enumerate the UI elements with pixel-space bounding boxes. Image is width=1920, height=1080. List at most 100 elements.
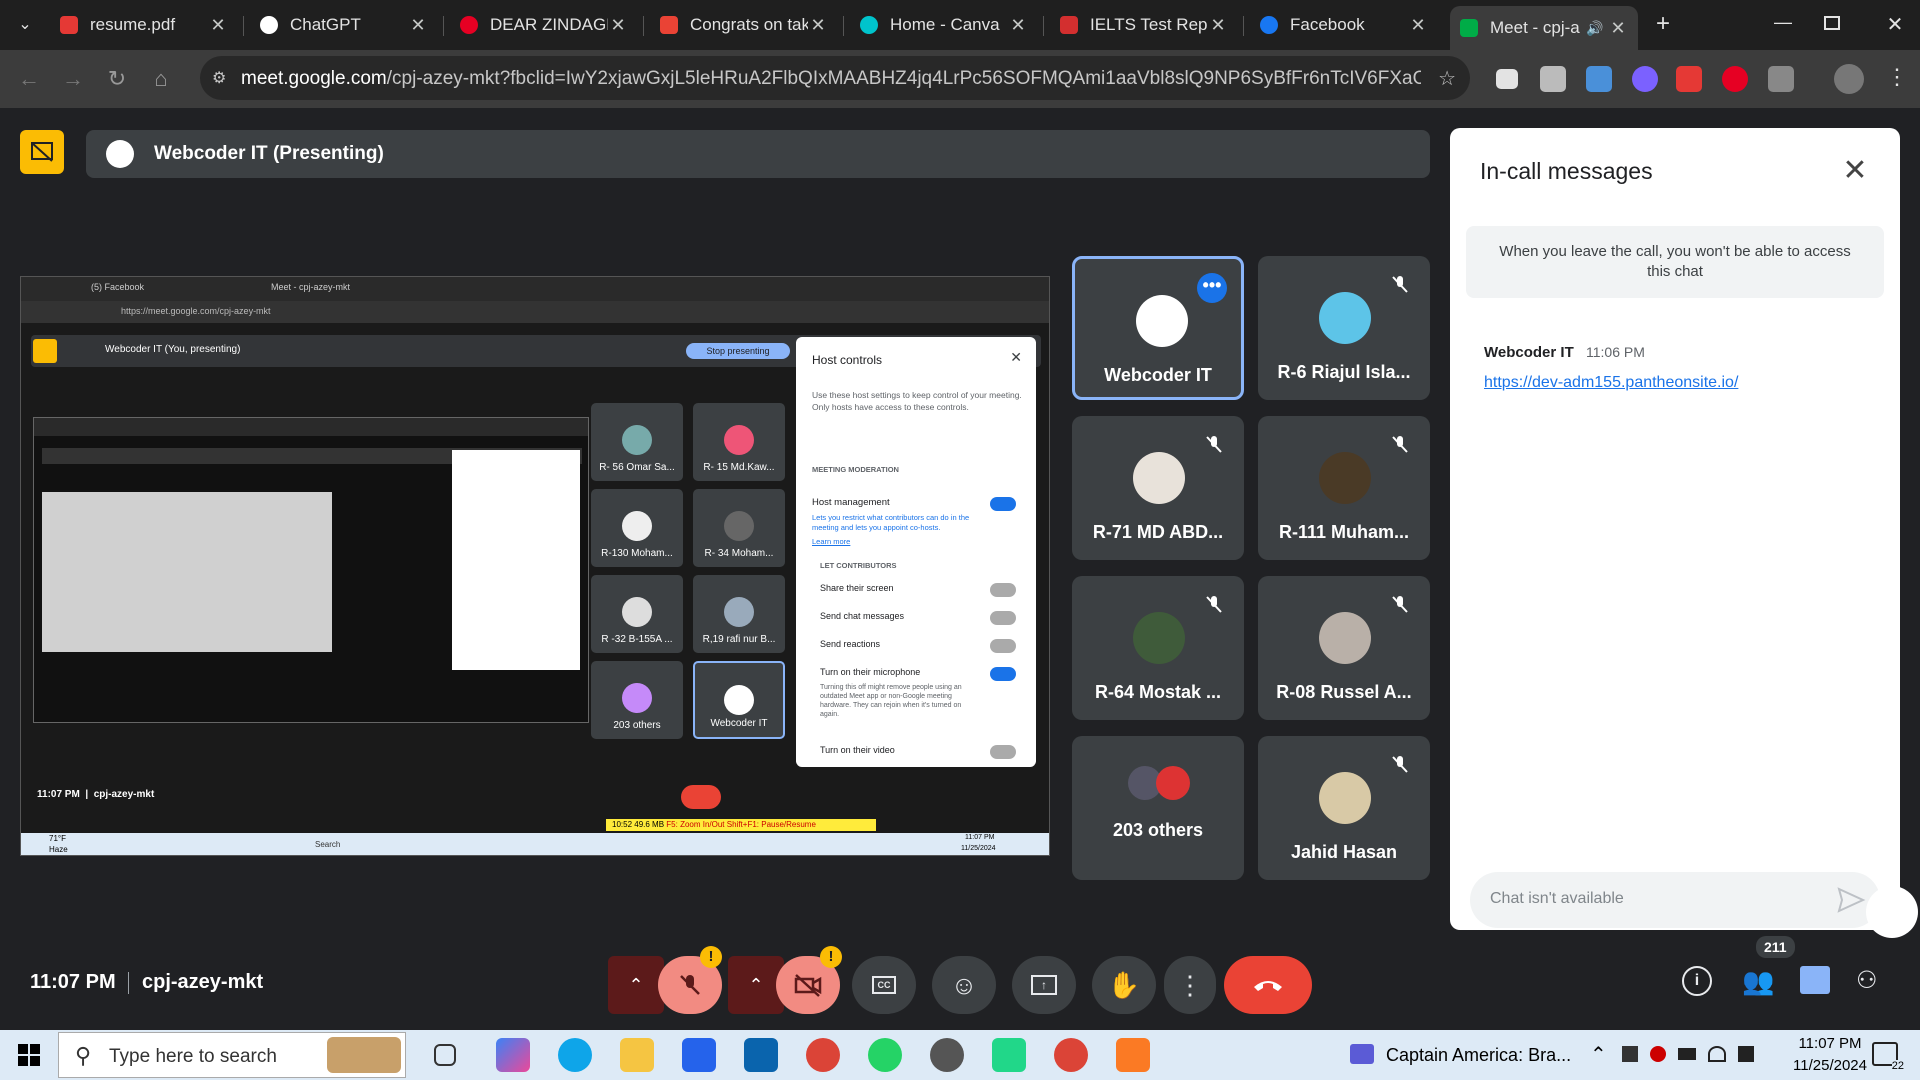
pycharm-icon[interactable] — [992, 1038, 1026, 1072]
bookmark-star-icon[interactable]: ☆ — [1438, 66, 1456, 91]
close-icon[interactable]: ✕ — [1608, 18, 1628, 39]
close-icon[interactable]: ✕ — [208, 15, 228, 36]
close-icon[interactable]: ✕ — [408, 15, 428, 36]
participant-tile[interactable]: 203 others — [1072, 736, 1244, 880]
reading-list-icon[interactable] — [1496, 69, 1518, 89]
more-options-icon[interactable]: ••• — [1197, 273, 1227, 303]
xampp-icon[interactable] — [1116, 1038, 1150, 1072]
participant-tile[interactable]: Jahid Hasan — [1258, 736, 1430, 880]
presentation-icon[interactable] — [20, 130, 64, 174]
participant-tile[interactable]: R-6 Riajul Isla... — [1258, 256, 1430, 400]
participant-tile[interactable]: R-111 Muham... — [1258, 416, 1430, 560]
extension-play-icon[interactable] — [1632, 66, 1658, 92]
restore-button[interactable] — [1824, 16, 1840, 30]
clock-time[interactable]: 11:07 PM — [1785, 1035, 1875, 1052]
tab-resume-pdf[interactable]: resume.pdf ✕ — [50, 6, 238, 44]
extension-wave-icon[interactable] — [1586, 66, 1612, 92]
chevron-up-icon[interactable]: ⌃ — [1590, 1042, 1607, 1067]
tab-chatgpt[interactable]: ChatGPT ✕ — [250, 6, 438, 44]
app-icon[interactable] — [930, 1038, 964, 1072]
host-controls-title: Host controls — [812, 353, 883, 367]
media-title[interactable]: Captain America: Bra... — [1386, 1045, 1571, 1066]
close-icon[interactable]: ✕ — [1408, 15, 1428, 36]
chrome-profile-icon[interactable] — [1054, 1038, 1088, 1072]
extension-icon[interactable] — [1540, 66, 1566, 92]
close-icon[interactable]: ✕ — [1008, 15, 1028, 36]
participant-tile[interactable]: R-64 Mostak ... — [1072, 576, 1244, 720]
shared-host-controls: Host controls ✕ Use these host settings … — [796, 337, 1036, 767]
gemini-floating-icon[interactable] — [1866, 886, 1918, 938]
shared-url: https://meet.google.com/cpj-azey-mkt — [121, 306, 271, 316]
message-link[interactable]: https://dev-adm155.pantheonsite.io/ — [1484, 374, 1738, 392]
back-icon[interactable]: ← — [14, 64, 44, 94]
tab-canva[interactable]: Home - Canva ✕ — [850, 6, 1038, 44]
file-explorer-icon[interactable] — [620, 1038, 654, 1072]
close-icon[interactable]: ✕ — [808, 15, 828, 36]
chat-input[interactable]: Chat isn't available — [1470, 872, 1880, 928]
store-icon[interactable] — [682, 1038, 716, 1072]
participant-tile[interactable]: R-08 Russel A... — [1258, 576, 1430, 720]
media-play-icon[interactable] — [1350, 1044, 1374, 1064]
tab-meet[interactable]: Meet - cpj-a 🔊 ✕ — [1450, 6, 1638, 50]
home-icon[interactable]: ⌂ — [146, 64, 176, 94]
close-icon[interactable]: ✕ — [1208, 15, 1228, 36]
chrome-icon[interactable] — [806, 1038, 840, 1072]
meeting-details-button[interactable]: i — [1682, 966, 1712, 996]
reactions-button[interactable]: ☺ — [932, 956, 996, 1014]
shared-thumb: R,19 rafi nur B... — [693, 575, 785, 653]
new-tab-button[interactable]: + — [1650, 12, 1676, 38]
participant-tile[interactable]: R-71 MD ABD... — [1072, 416, 1244, 560]
tab-gmail[interactable]: Congrats on taki ✕ — [650, 6, 838, 44]
notification-count: 22 — [1891, 1060, 1904, 1072]
close-icon[interactable]: ✕ — [1838, 154, 1872, 188]
reload-icon[interactable]: ↻ — [102, 64, 132, 94]
more-options-button[interactable]: ⋮ — [1164, 956, 1216, 1014]
mic-off-icon — [1392, 596, 1408, 613]
present-button[interactable]: ↑ — [1012, 956, 1076, 1014]
address-bar[interactable]: ⚙ meet.google.com/cpj-azey-mkt?fbclid=Iw… — [200, 56, 1470, 100]
gmail-icon — [660, 16, 678, 34]
windows-start-icon[interactable] — [18, 1044, 40, 1066]
pinterest-ext-icon[interactable] — [1722, 66, 1748, 92]
tab-ielts[interactable]: IELTS Test Repor ✕ — [1050, 6, 1238, 44]
extensions-puzzle-icon[interactable] — [1768, 66, 1794, 92]
browser-menu-icon[interactable]: ⋮ — [1886, 64, 1908, 90]
taskbar-search[interactable]: ⚲ Type here to search — [58, 1032, 406, 1078]
raise-hand-button[interactable]: ✋ — [1092, 956, 1156, 1014]
tray-icons[interactable] — [1622, 1046, 1772, 1064]
close-window-button[interactable]: ✕ — [1882, 12, 1908, 38]
shared-thumb: R- 34 Moham... — [693, 489, 785, 567]
tab-search-button[interactable]: ⌄ — [12, 12, 38, 38]
people-button[interactable]: 👥 — [1742, 966, 1774, 996]
copilot-icon[interactable] — [496, 1038, 530, 1072]
speaker-icon[interactable]: 🔊 — [1586, 20, 1608, 37]
notification-icon[interactable]: 22 — [1872, 1042, 1904, 1072]
acrobat-icon[interactable] — [1676, 66, 1702, 92]
close-icon[interactable]: ✕ — [608, 15, 628, 36]
captions-button[interactable]: CC — [852, 956, 916, 1014]
chat-button[interactable] — [1800, 966, 1830, 994]
forward-icon[interactable]: → — [58, 64, 88, 94]
audio-options-button[interactable]: ⌃ — [608, 956, 664, 1014]
leave-call-button[interactable] — [1224, 956, 1312, 1014]
meeting-code: cpj-azey-mkt — [142, 971, 264, 993]
activities-button[interactable]: ⚇ — [1856, 966, 1886, 996]
host-management-toggle — [990, 497, 1016, 511]
site-info-icon[interactable]: ⚙ — [212, 68, 232, 88]
windows-taskbar: ⚲ Type here to search Captain America: B… — [0, 1030, 1920, 1080]
tab-pinterest[interactable]: DEAR ZINDAGI P ✕ — [450, 6, 638, 44]
search-highlight-image — [327, 1037, 401, 1073]
task-view-icon[interactable] — [434, 1044, 456, 1066]
pinterest-icon — [460, 16, 478, 34]
avatar — [1319, 292, 1371, 344]
edge-icon[interactable] — [558, 1038, 592, 1072]
send-icon[interactable] — [1836, 886, 1866, 914]
host-controls-section: MEETING MODERATION — [812, 465, 899, 474]
whatsapp-icon[interactable] — [868, 1038, 902, 1072]
clock-date[interactable]: 11/25/2024 — [1785, 1057, 1875, 1074]
minimize-button[interactable]: — — [1770, 12, 1796, 38]
profile-avatar[interactable] — [1834, 64, 1864, 94]
participant-tile[interactable]: ••• Webcoder IT — [1072, 256, 1244, 400]
tab-facebook[interactable]: Facebook ✕ — [1250, 6, 1438, 44]
outlook-icon[interactable] — [744, 1038, 778, 1072]
